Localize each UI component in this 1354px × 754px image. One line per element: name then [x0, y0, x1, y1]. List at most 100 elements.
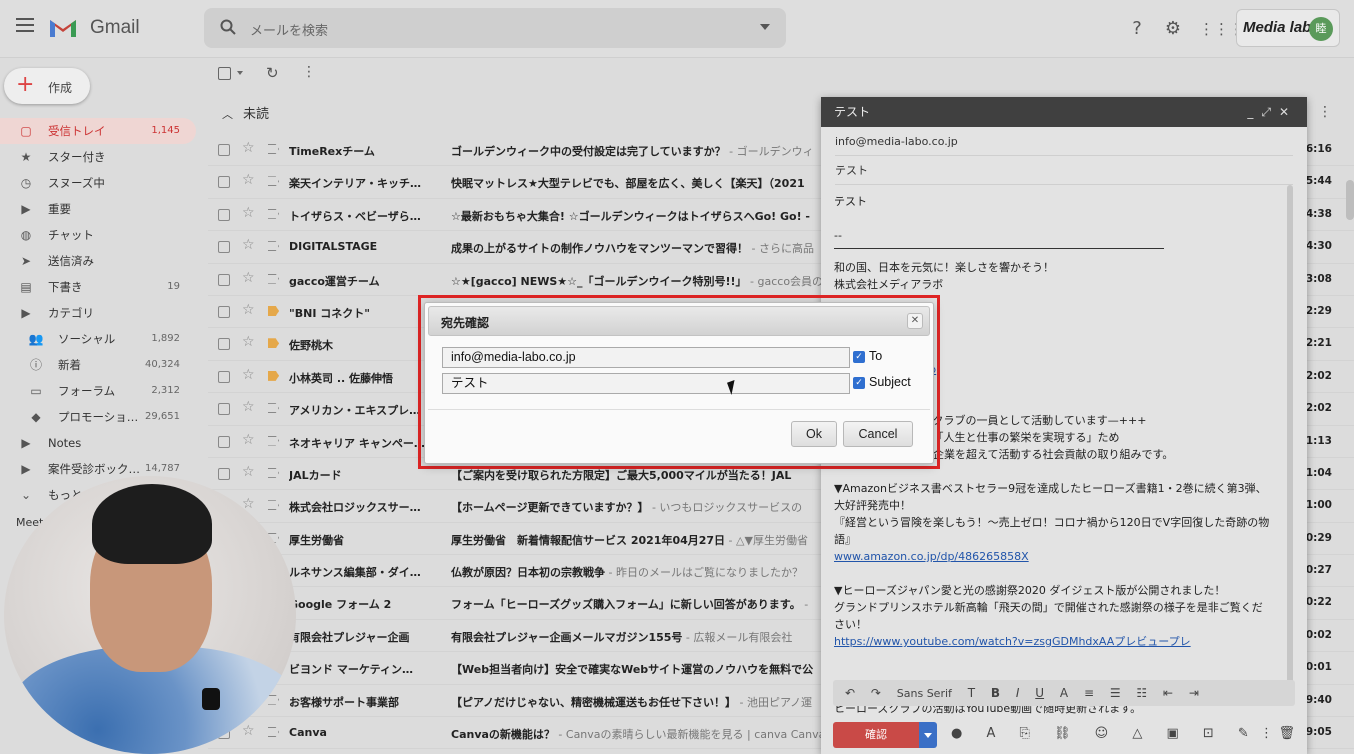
star-icon[interactable]: ☆: [242, 367, 255, 383]
sidebar-item[interactable]: ▶ カテゴリ: [0, 300, 196, 326]
help-icon[interactable]: ?: [1127, 19, 1147, 39]
indent-more-icon[interactable]: ⇥: [1189, 680, 1199, 706]
important-marker-icon[interactable]: [268, 208, 279, 219]
row-checkbox[interactable]: [218, 467, 230, 480]
font-size-icon[interactable]: T: [968, 680, 975, 706]
sidebar-item[interactable]: ▢ 受信トレイ 1,145: [0, 118, 196, 144]
apps-grid-icon[interactable]: ⋮⋮⋮: [1199, 19, 1244, 39]
indent-less-icon[interactable]: ⇤: [1163, 680, 1173, 706]
ok-button[interactable]: Ok: [791, 421, 837, 447]
gear-icon[interactable]: ⚙: [1163, 19, 1183, 39]
sidebar-item[interactable]: ▶ Notes: [0, 430, 196, 456]
star-icon[interactable]: ☆: [242, 302, 255, 318]
row-checkbox[interactable]: [218, 370, 230, 383]
bold-icon[interactable]: B: [991, 680, 1000, 706]
compose-scrollbar[interactable]: [1287, 185, 1293, 685]
body-link[interactable]: www.amazon.co.jp/dp/486265858X: [834, 548, 1284, 565]
search-icon[interactable]: [220, 19, 236, 35]
send-options-button[interactable]: [919, 722, 937, 748]
cancel-button[interactable]: Cancel: [843, 421, 913, 447]
avatar[interactable]: 睦: [1309, 17, 1333, 41]
sidebar-item[interactable]: 👥 ソーシャル 1,892: [0, 326, 196, 352]
star-icon[interactable]: ☆: [242, 205, 255, 221]
subject-confirm-field[interactable]: テスト: [442, 373, 850, 394]
compose-titlebar[interactable]: テスト _⤢✕: [821, 97, 1307, 127]
star-icon[interactable]: ☆: [242, 237, 255, 253]
select-all-checkbox[interactable]: [218, 67, 231, 80]
star-icon[interactable]: ☆: [242, 432, 255, 448]
row-checkbox[interactable]: [218, 403, 230, 416]
sidebar-item-count: 40,324: [145, 359, 180, 370]
account-switcher[interactable]: Media labo 睦: [1236, 9, 1340, 47]
text-color-icon[interactable]: A: [1060, 680, 1068, 706]
row-checkbox[interactable]: [218, 435, 230, 448]
more-options-icon[interactable]: ⋮: [1260, 726, 1273, 741]
trash-icon[interactable]: 🗑: [1278, 726, 1295, 741]
refresh-icon[interactable]: ↻: [266, 64, 279, 82]
to-confirm-field[interactable]: info@media-labo.co.jp: [442, 347, 850, 368]
important-marker-icon[interactable]: [268, 176, 279, 187]
redo-icon[interactable]: ↷: [871, 680, 881, 706]
undo-icon[interactable]: ↶: [845, 680, 855, 706]
window-controls[interactable]: _⤢✕: [1247, 97, 1297, 127]
search-bar[interactable]: メールを検索: [204, 8, 786, 48]
sidebar-item[interactable]: ➤ 送信済み: [0, 248, 196, 274]
important-marker-icon[interactable]: [268, 435, 279, 446]
important-marker-icon[interactable]: [268, 403, 279, 414]
important-marker-icon[interactable]: [268, 500, 279, 511]
select-dropdown-icon[interactable]: [237, 71, 243, 75]
row-checkbox[interactable]: [218, 208, 230, 221]
sidebar-item-count: 19: [167, 281, 180, 292]
star-icon[interactable]: ☆: [242, 140, 255, 156]
important-marker-icon[interactable]: [268, 370, 279, 381]
important-marker-icon[interactable]: [268, 467, 279, 478]
search-options-icon[interactable]: [760, 24, 770, 30]
row-checkbox[interactable]: [218, 176, 230, 189]
more-icon[interactable]: ⋮: [302, 64, 316, 80]
star-icon[interactable]: ☆: [242, 399, 255, 415]
sidebar-item[interactable]: ★ スター付き: [0, 144, 196, 170]
sidebar-item[interactable]: ◍ チャット: [0, 222, 196, 248]
row-checkbox[interactable]: [218, 305, 230, 318]
row-checkbox[interactable]: [218, 273, 230, 286]
font-select[interactable]: Sans Serif: [897, 681, 952, 707]
numbered-list-icon[interactable]: ☰: [1110, 680, 1121, 706]
main-menu-icon[interactable]: [16, 18, 34, 32]
to-checkbox[interactable]: ✓: [853, 351, 865, 363]
compose-button[interactable]: + 作成: [4, 68, 90, 104]
search-input[interactable]: メールを検索: [250, 20, 328, 39]
scrollbar[interactable]: [1346, 180, 1354, 220]
chevron-up-icon[interactable]: ︿: [222, 106, 233, 122]
compose-action-icons[interactable]: ● A ⎘ ⛓ ☺ △ ▣ ⊡ ✎: [951, 726, 1259, 741]
underline-icon[interactable]: U: [1035, 680, 1044, 706]
subject-field[interactable]: テスト: [835, 156, 1293, 185]
bulleted-list-icon[interactable]: ☷: [1136, 680, 1147, 706]
important-marker-icon[interactable]: [268, 305, 279, 316]
row-checkbox[interactable]: [218, 144, 230, 156]
important-marker-icon[interactable]: [268, 144, 279, 154]
sidebar-item[interactable]: ▶ 重要: [0, 196, 196, 222]
sidebar-item[interactable]: ▤ 下書き 19: [0, 274, 196, 300]
star-icon[interactable]: ☆: [242, 464, 255, 480]
star-icon[interactable]: ☆: [242, 270, 255, 286]
italic-icon[interactable]: I: [1016, 680, 1020, 706]
more-icon[interactable]: ⋮: [1318, 104, 1332, 120]
important-marker-icon[interactable]: [268, 241, 279, 252]
unread-section-header[interactable]: ︿ 未読: [222, 103, 269, 122]
sidebar-item[interactable]: ▭ フォーラム 2,312: [0, 378, 196, 404]
star-icon[interactable]: ☆: [242, 334, 255, 350]
sidebar-item[interactable]: ⓘ 新着 40,324: [0, 352, 196, 378]
sidebar-item[interactable]: ◷ スヌーズ中: [0, 170, 196, 196]
sidebar-item[interactable]: ◆ プロモーショ… 29,651: [0, 404, 196, 430]
close-icon[interactable]: ✕: [907, 313, 923, 329]
important-marker-icon[interactable]: [268, 338, 279, 349]
body-link[interactable]: https://www.youtube.com/watch?v=zsgGDMhd…: [834, 633, 1284, 650]
important-marker-icon[interactable]: [268, 273, 279, 284]
star-icon[interactable]: ☆: [242, 172, 255, 188]
subject-checkbox[interactable]: ✓: [853, 377, 865, 389]
row-checkbox[interactable]: [218, 241, 230, 254]
send-button[interactable]: 確認: [833, 722, 919, 748]
to-field[interactable]: info@media-labo.co.jp: [835, 127, 1293, 156]
row-checkbox[interactable]: [218, 338, 230, 351]
align-icon[interactable]: ≡: [1084, 680, 1094, 706]
